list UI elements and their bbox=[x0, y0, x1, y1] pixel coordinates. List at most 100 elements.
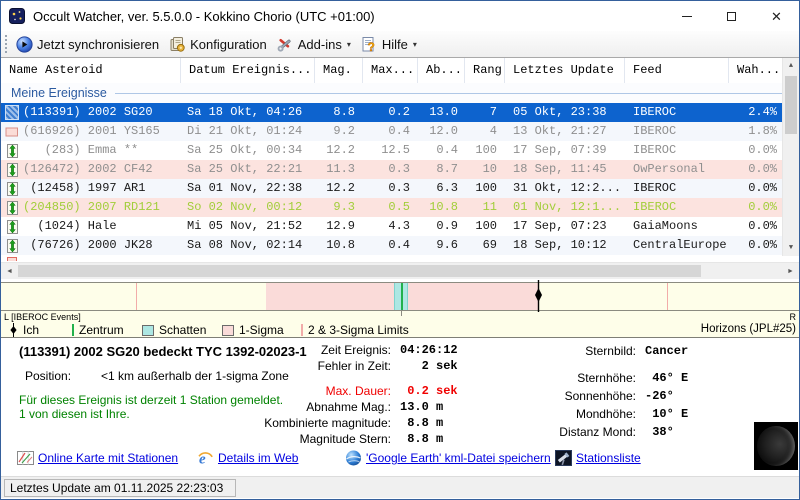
vertical-scroll-thumb[interactable] bbox=[785, 76, 797, 134]
detail-middle-column: Zeit Ereignis:04:26:12Fehler in Zeit: 2 … bbox=[151, 342, 458, 447]
detail-row: Magnitude Stern: 8.8 m bbox=[151, 431, 458, 447]
column-header-feed[interactable]: Feed bbox=[625, 58, 729, 83]
detail-right-label: Sonnenhöhe: bbox=[499, 387, 636, 405]
detail-row: Sonnenhöhe:-26° bbox=[499, 387, 688, 405]
cell-rang: 100 bbox=[465, 179, 505, 198]
cell-update: 01 Nov, 12:1... bbox=[505, 198, 625, 217]
horizontal-scrollbar[interactable]: ◄ ► bbox=[1, 262, 799, 279]
event-table-body: (113391) 2002 SG20Sa 18 Okt, 04:268.80.2… bbox=[1, 103, 799, 255]
cell-date: Di 21 Okt, 01:24 bbox=[181, 122, 315, 141]
toolbar-button-addins[interactable]: Add-ins▾ bbox=[273, 34, 357, 55]
cell-update: 13 Okt, 21:27 bbox=[505, 122, 625, 141]
toolbar-button-configuration[interactable]: Konfiguration bbox=[165, 34, 273, 55]
column-header-mag[interactable]: Mag. bbox=[315, 58, 363, 83]
scroll-down-icon[interactable]: ▼ bbox=[783, 240, 799, 256]
toolbar-button-label: Add-ins bbox=[298, 37, 342, 52]
detail-mid-value: 0.2 sek bbox=[391, 383, 458, 399]
cell-mag: 9.2 bbox=[315, 122, 363, 141]
cell-update: 17 Sep, 07:39 bbox=[505, 141, 625, 160]
detail-right-column: Sternbild:CancerSternhöhe: 46° ESonnenhö… bbox=[499, 342, 688, 441]
table-row[interactable]: (126472) 2002 CF42Sa 25 Okt, 22:2111.30.… bbox=[1, 160, 784, 179]
toolbar-button-help[interactable]: ?Hilfe▾ bbox=[357, 34, 423, 55]
table-row[interactable]: (1024) HaleMi 05 Nov, 21:5212.94.30.9100… bbox=[1, 217, 784, 236]
table-row[interactable]: (113391) 2002 SG20Sa 18 Okt, 04:268.80.2… bbox=[1, 103, 784, 122]
detail-row: Max. Dauer: 0.2 sek bbox=[151, 383, 458, 399]
link-label: Online Karte mit Stationen bbox=[38, 451, 178, 465]
cell-mag: 10.8 bbox=[315, 236, 363, 255]
cell-date: Sa 08 Nov, 02:14 bbox=[181, 236, 315, 255]
column-header-wahr[interactable]: Wah... bbox=[729, 58, 784, 83]
station-arrows-icon bbox=[6, 144, 19, 158]
cell-name: (126472) 2002 CF42 bbox=[23, 160, 181, 179]
detail-mid-value: 2 sek bbox=[391, 358, 458, 374]
pink-rect-icon bbox=[5, 125, 19, 139]
link-online-map[interactable]: Online Karte mit Stationen bbox=[17, 450, 178, 466]
google-earth-icon bbox=[345, 450, 362, 466]
station-note-2: 1 von diesen ist Ihre. bbox=[19, 407, 130, 421]
vertical-scrollbar[interactable]: ▲ ▼ bbox=[782, 58, 799, 256]
close-button[interactable]: ✕ bbox=[754, 1, 799, 31]
graph-plot-area bbox=[1, 282, 799, 311]
legend-label: Ich bbox=[23, 323, 39, 337]
cell-date: Sa 01 Nov, 22:38 bbox=[181, 179, 315, 198]
position-label: Position: bbox=[25, 369, 71, 383]
scroll-up-icon[interactable]: ▲ bbox=[783, 58, 799, 74]
cell-mag: 12.2 bbox=[315, 141, 363, 160]
cell-feed: GaiaMoons bbox=[625, 217, 729, 236]
detail-right-label: Sternhöhe: bbox=[499, 369, 636, 387]
ie-icon: e bbox=[197, 450, 214, 466]
detail-right-label: Sternbild: bbox=[499, 342, 636, 360]
cell-name: (12458) 1997 AR1 bbox=[23, 179, 181, 198]
detail-row: Zeit Ereignis:04:26:12 bbox=[151, 342, 458, 358]
config-icon bbox=[169, 36, 186, 53]
addins-icon bbox=[277, 36, 294, 53]
cell-wahr: 0.0% bbox=[729, 179, 784, 198]
link-station-list[interactable]: Stationsliste bbox=[555, 450, 641, 466]
cell-date: Sa 25 Okt, 22:21 bbox=[181, 160, 315, 179]
row-icon-cell bbox=[1, 179, 23, 198]
cell-max: 0.4 bbox=[363, 122, 418, 141]
toolbar-button-sync[interactable]: Jetzt synchronisieren bbox=[12, 34, 165, 55]
column-header-rang[interactable]: Rang bbox=[465, 58, 505, 83]
link-web-details[interactable]: eDetails im Web bbox=[197, 450, 298, 466]
horizontal-scroll-thumb[interactable] bbox=[18, 265, 701, 277]
my-station-marker[interactable] bbox=[534, 280, 543, 312]
table-row[interactable]: (76726) 2000 JK28Sa 08 Nov, 02:1410.80.4… bbox=[1, 236, 784, 255]
cell-feed: IBEROC bbox=[625, 122, 729, 141]
table-row[interactable]: (616926) 2001 YS165Di 21 Okt, 01:249.20.… bbox=[1, 122, 784, 141]
cell-feed: IBEROC bbox=[625, 198, 729, 217]
title-bar: Occult Watcher, ver. 5.5.0.0 - Kokkino C… bbox=[1, 1, 799, 31]
table-row[interactable]: (204850) 2007 RD121So 02 Nov, 00:129.30.… bbox=[1, 198, 784, 217]
detail-right-label: Mondhöhe: bbox=[499, 405, 636, 423]
toolbar-grip[interactable] bbox=[5, 35, 7, 53]
row-icon-cell bbox=[1, 160, 23, 179]
detail-mid-label: Abnahme Mag.: bbox=[151, 399, 391, 415]
column-header-update[interactable]: Letztes Update bbox=[505, 58, 625, 83]
cell-rang: 100 bbox=[465, 141, 505, 160]
legend-label: Schatten bbox=[159, 323, 206, 337]
column-header-ab[interactable]: Ab... bbox=[418, 58, 465, 83]
scroll-right-icon[interactable]: ► bbox=[782, 263, 799, 279]
column-header-max[interactable]: Max... bbox=[363, 58, 418, 83]
column-header-date[interactable]: Datum Ereignis... bbox=[181, 58, 315, 83]
help-icon: ? bbox=[361, 36, 378, 53]
app-icon bbox=[9, 8, 25, 24]
maximize-button[interactable] bbox=[709, 1, 754, 31]
table-row[interactable]: (283) Emma **Sa 25 Okt, 00:3412.212.50.4… bbox=[1, 141, 784, 160]
row-icon-cell bbox=[1, 141, 23, 160]
cell-wahr: 1.8% bbox=[729, 122, 784, 141]
cell-date: So 02 Nov, 00:12 bbox=[181, 198, 315, 217]
selection-hatch-icon bbox=[5, 105, 19, 120]
table-row[interactable]: (12458) 1997 AR1Sa 01 Nov, 22:3812.20.36… bbox=[1, 179, 784, 198]
detail-mid-label: Kombinierte magnitude: bbox=[151, 415, 391, 431]
group-header[interactable]: Meine Ereignisse bbox=[1, 83, 799, 103]
center-tick bbox=[401, 311, 402, 316]
scroll-left-icon[interactable]: ◄ bbox=[1, 263, 18, 279]
link-google-earth-kml[interactable]: 'Google Earth' kml-Datei speichern bbox=[345, 450, 551, 466]
cell-ab: 13.0 bbox=[418, 103, 465, 122]
minimize-icon bbox=[682, 16, 692, 17]
cell-name: (616926) 2001 YS165 bbox=[23, 122, 181, 141]
minimize-button[interactable] bbox=[664, 1, 709, 31]
cell-date: Sa 25 Okt, 00:34 bbox=[181, 141, 315, 160]
column-header-name[interactable]: Name Asteroid bbox=[1, 58, 181, 83]
